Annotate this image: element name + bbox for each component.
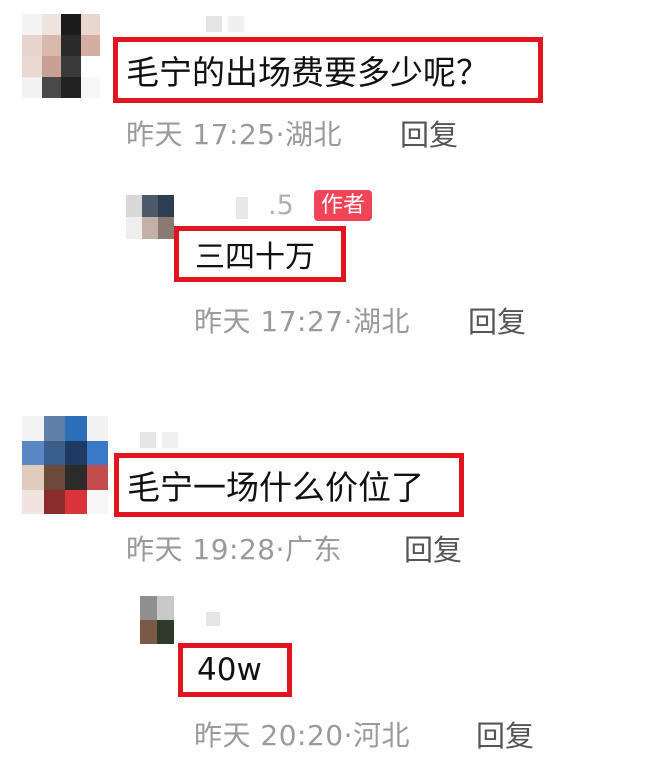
comment-location: 广东	[285, 533, 343, 566]
reply-text: 40w	[197, 652, 262, 688]
reply-location: 湖北	[353, 305, 411, 338]
meta-separator: ·	[275, 118, 285, 151]
highlighted-comment-box: 毛宁的出场费要多少呢？	[113, 37, 543, 103]
reply-button[interactable]: 回复	[400, 112, 458, 154]
reply-button[interactable]: 回复	[404, 527, 462, 569]
reply-location: 河北	[353, 719, 411, 752]
reply-time: 昨天 17:27	[194, 305, 344, 338]
comment-text: 毛宁一场什么价位了	[127, 468, 424, 507]
username-censored[interactable]	[236, 197, 248, 219]
username-censored[interactable]	[206, 612, 220, 626]
highlighted-comment-box: 毛宁一场什么价位了	[114, 453, 464, 517]
comment-location: 湖北	[285, 118, 343, 151]
reply-meta: 昨天 20:20·河北	[194, 714, 410, 754]
comment-time: 昨天 19:28	[126, 533, 276, 566]
username-censored[interactable]	[140, 432, 178, 448]
avatar[interactable]	[140, 596, 174, 644]
comment-text: 毛宁的出场费要多少呢？	[126, 53, 489, 92]
avatar[interactable]	[22, 14, 100, 98]
meta-separator: ·	[343, 719, 353, 752]
highlighted-reply-box: 40w	[178, 643, 292, 697]
reply-time: 昨天 20:20	[194, 719, 344, 752]
avatar[interactable]	[126, 195, 174, 239]
author-nickname[interactable]: .5	[268, 190, 294, 221]
comment-meta: 昨天 19:28·广东	[126, 528, 342, 568]
reply-button[interactable]: 回复	[468, 299, 526, 341]
reply-meta: 昨天 17:27·湖北	[194, 300, 410, 340]
avatar[interactable]	[22, 416, 108, 514]
meta-separator: ·	[275, 533, 285, 566]
meta-separator: ·	[343, 305, 353, 338]
comment-time: 昨天 17:25	[126, 118, 276, 151]
reply-button[interactable]: 回复	[476, 713, 534, 755]
comment-meta: 昨天 17:25·湖北	[126, 113, 342, 153]
username-censored[interactable]	[206, 16, 244, 32]
highlighted-reply-box: 三四十万	[174, 226, 346, 282]
author-badge: 作者	[314, 190, 373, 221]
reply-text: 三四十万	[195, 240, 315, 275]
